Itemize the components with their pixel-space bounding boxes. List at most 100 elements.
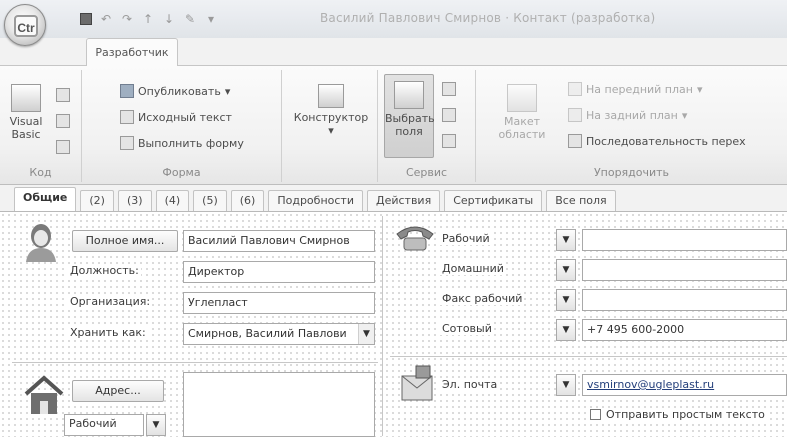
address-button[interactable]: Адрес... xyxy=(72,380,164,402)
chevron-down-icon: ▾ xyxy=(696,82,703,96)
visual-basic-label: Visual Basic xyxy=(9,115,43,141)
up-icon[interactable]: ↑ xyxy=(141,12,155,26)
phone-label-home: Домашний xyxy=(440,262,506,275)
email-label: Эл. почта xyxy=(440,378,500,391)
chevron-down-icon[interactable]: ▼ xyxy=(556,319,576,341)
group-code: Visual Basic Код xyxy=(0,70,82,182)
constructor-icon xyxy=(318,84,344,108)
section-divider xyxy=(12,362,378,363)
tab-page-3[interactable]: (3) xyxy=(117,190,152,211)
group-form-label: Форма xyxy=(162,166,201,179)
file-as-combo[interactable]: Смирнов, Василий Павлови ▼ xyxy=(183,323,375,345)
chevron-down-icon[interactable]: ▼ xyxy=(556,259,576,281)
window-title: Василий Павлович Смирнов · Контакт (разр… xyxy=(320,11,656,25)
phone-mobile-field[interactable]: +7 495 600-2000 xyxy=(582,319,787,341)
macros-icon[interactable] xyxy=(56,88,70,102)
send-backward-button[interactable]: На задний план ▾ xyxy=(568,108,687,122)
bring-forward-icon xyxy=(568,82,582,96)
phone-fax-field[interactable] xyxy=(582,289,787,311)
undo-icon[interactable]: ↶ xyxy=(99,12,113,26)
select-fields-label: Выбрать поля xyxy=(385,112,435,138)
save-icon[interactable] xyxy=(80,13,92,25)
down-icon[interactable]: ↓ xyxy=(162,12,176,26)
chevron-down-icon: ▾ xyxy=(681,108,688,122)
view-code-icon[interactable] xyxy=(442,134,456,148)
job-title-field[interactable]: Директор xyxy=(183,261,375,283)
tab-developer[interactable]: Разработчик xyxy=(86,38,178,66)
chevron-down-icon: ▾ xyxy=(224,84,231,98)
select-fields-button[interactable]: Выбрать поля xyxy=(384,74,435,158)
tab-page-6[interactable]: (6) xyxy=(230,190,265,211)
select-fields-icon xyxy=(394,81,424,109)
chevron-down-icon[interactable]: ▼ xyxy=(556,374,576,396)
visual-basic-button[interactable]: Visual Basic xyxy=(4,84,48,141)
address-field[interactable] xyxy=(183,372,375,437)
controls-icon[interactable] xyxy=(442,82,456,96)
run-form-icon xyxy=(120,136,134,150)
tab-order-icon xyxy=(568,134,582,148)
visual-basic-icon xyxy=(11,84,41,112)
ribbon: Visual Basic Код Опубликовать ▾ Исходный… xyxy=(0,65,787,185)
phone-home-field[interactable] xyxy=(582,259,787,281)
company-field[interactable]: Углепласт xyxy=(183,292,375,314)
full-name-field[interactable]: Василий Павлович Смирнов xyxy=(183,230,375,252)
chevron-down-icon: ▾ xyxy=(328,124,334,137)
chevron-down-icon[interactable]: ▼ xyxy=(556,289,576,311)
full-name-button[interactable]: Полное имя... xyxy=(72,230,178,252)
source-text-button[interactable]: Исходный текст xyxy=(120,110,232,124)
job-title-label: Должность: xyxy=(68,264,141,277)
redo-icon[interactable]: ↷ xyxy=(120,12,134,26)
tab-page-5[interactable]: (5) xyxy=(193,190,227,211)
section-divider xyxy=(390,356,787,357)
tab-all-fields[interactable]: Все поля xyxy=(546,190,616,211)
file-as-label: Хранить как: xyxy=(68,326,148,339)
plain-text-checkbox[interactable] xyxy=(590,409,601,420)
group-service: Выбрать поля Сервис xyxy=(378,70,476,182)
email-icon xyxy=(401,365,433,401)
address-type-select[interactable]: Рабочий xyxy=(64,414,144,436)
tab-page-2[interactable]: (2) xyxy=(80,190,114,211)
bring-forward-button[interactable]: На передний план ▾ xyxy=(568,82,703,96)
group-tools: Конструктор ▾ xyxy=(282,70,378,182)
tab-activities[interactable]: Действия xyxy=(366,190,441,211)
send-backward-icon xyxy=(568,108,582,122)
run-form-button[interactable]: Выполнить форму xyxy=(120,136,244,150)
properties-icon[interactable] xyxy=(442,108,456,122)
chevron-down-icon[interactable]: ▼ xyxy=(358,324,374,344)
constructor-label: Конструктор xyxy=(293,111,369,124)
group-code-label: Код xyxy=(29,166,52,179)
field-layout-button[interactable]: Макет области xyxy=(492,84,552,141)
chevron-down-icon[interactable]: ▼ xyxy=(146,414,166,436)
bring-forward-label: На передний план xyxy=(586,82,693,96)
phone-business-field[interactable] xyxy=(582,229,787,251)
plain-text-label: Отправить простым тексто xyxy=(606,408,765,421)
field-layout-label: Макет области xyxy=(498,115,546,141)
macro-editor-icon[interactable] xyxy=(56,140,70,154)
email-link[interactable]: vsmirnov@ugleplast.ru xyxy=(587,378,714,391)
tab-details[interactable]: Подробности xyxy=(268,190,363,211)
form-tab-strip: Общие (2) (3) (4) (5) (6) Подробности Де… xyxy=(0,187,787,212)
address-type-value: Рабочий xyxy=(69,417,117,430)
tab-order-button[interactable]: Последовательность перех xyxy=(568,134,746,148)
field-layout-icon xyxy=(507,84,537,112)
publish-button[interactable]: Опубликовать ▾ xyxy=(120,84,230,98)
source-text-icon xyxy=(120,110,134,124)
office-button[interactable]: Ctr xyxy=(4,4,46,46)
house-icon xyxy=(24,375,64,414)
phone-label-mobile: Сотовый xyxy=(440,322,494,335)
design-icon[interactable]: ✎ xyxy=(183,12,197,26)
chevron-down-icon[interactable]: ▼ xyxy=(556,229,576,251)
tab-page-4[interactable]: (4) xyxy=(155,190,190,211)
tab-certificates[interactable]: Сертификаты xyxy=(444,190,543,211)
send-backward-label: На задний план xyxy=(586,108,678,122)
tab-order-label: Последовательность перех xyxy=(586,134,746,148)
email-field[interactable]: vsmirnov@ugleplast.ru xyxy=(582,374,787,396)
security-icon[interactable] xyxy=(56,114,70,128)
company-label: Организация: xyxy=(68,295,153,308)
tab-general[interactable]: Общие xyxy=(14,187,77,211)
group-form: Опубликовать ▾ Исходный текст Выполнить … xyxy=(82,70,282,182)
plain-text-option[interactable]: Отправить простым тексто xyxy=(588,408,767,421)
office-logo: Ctr xyxy=(14,15,38,37)
customize-icon[interactable]: ▾ xyxy=(204,12,218,26)
constructor-button[interactable]: Конструктор ▾ xyxy=(288,84,374,137)
